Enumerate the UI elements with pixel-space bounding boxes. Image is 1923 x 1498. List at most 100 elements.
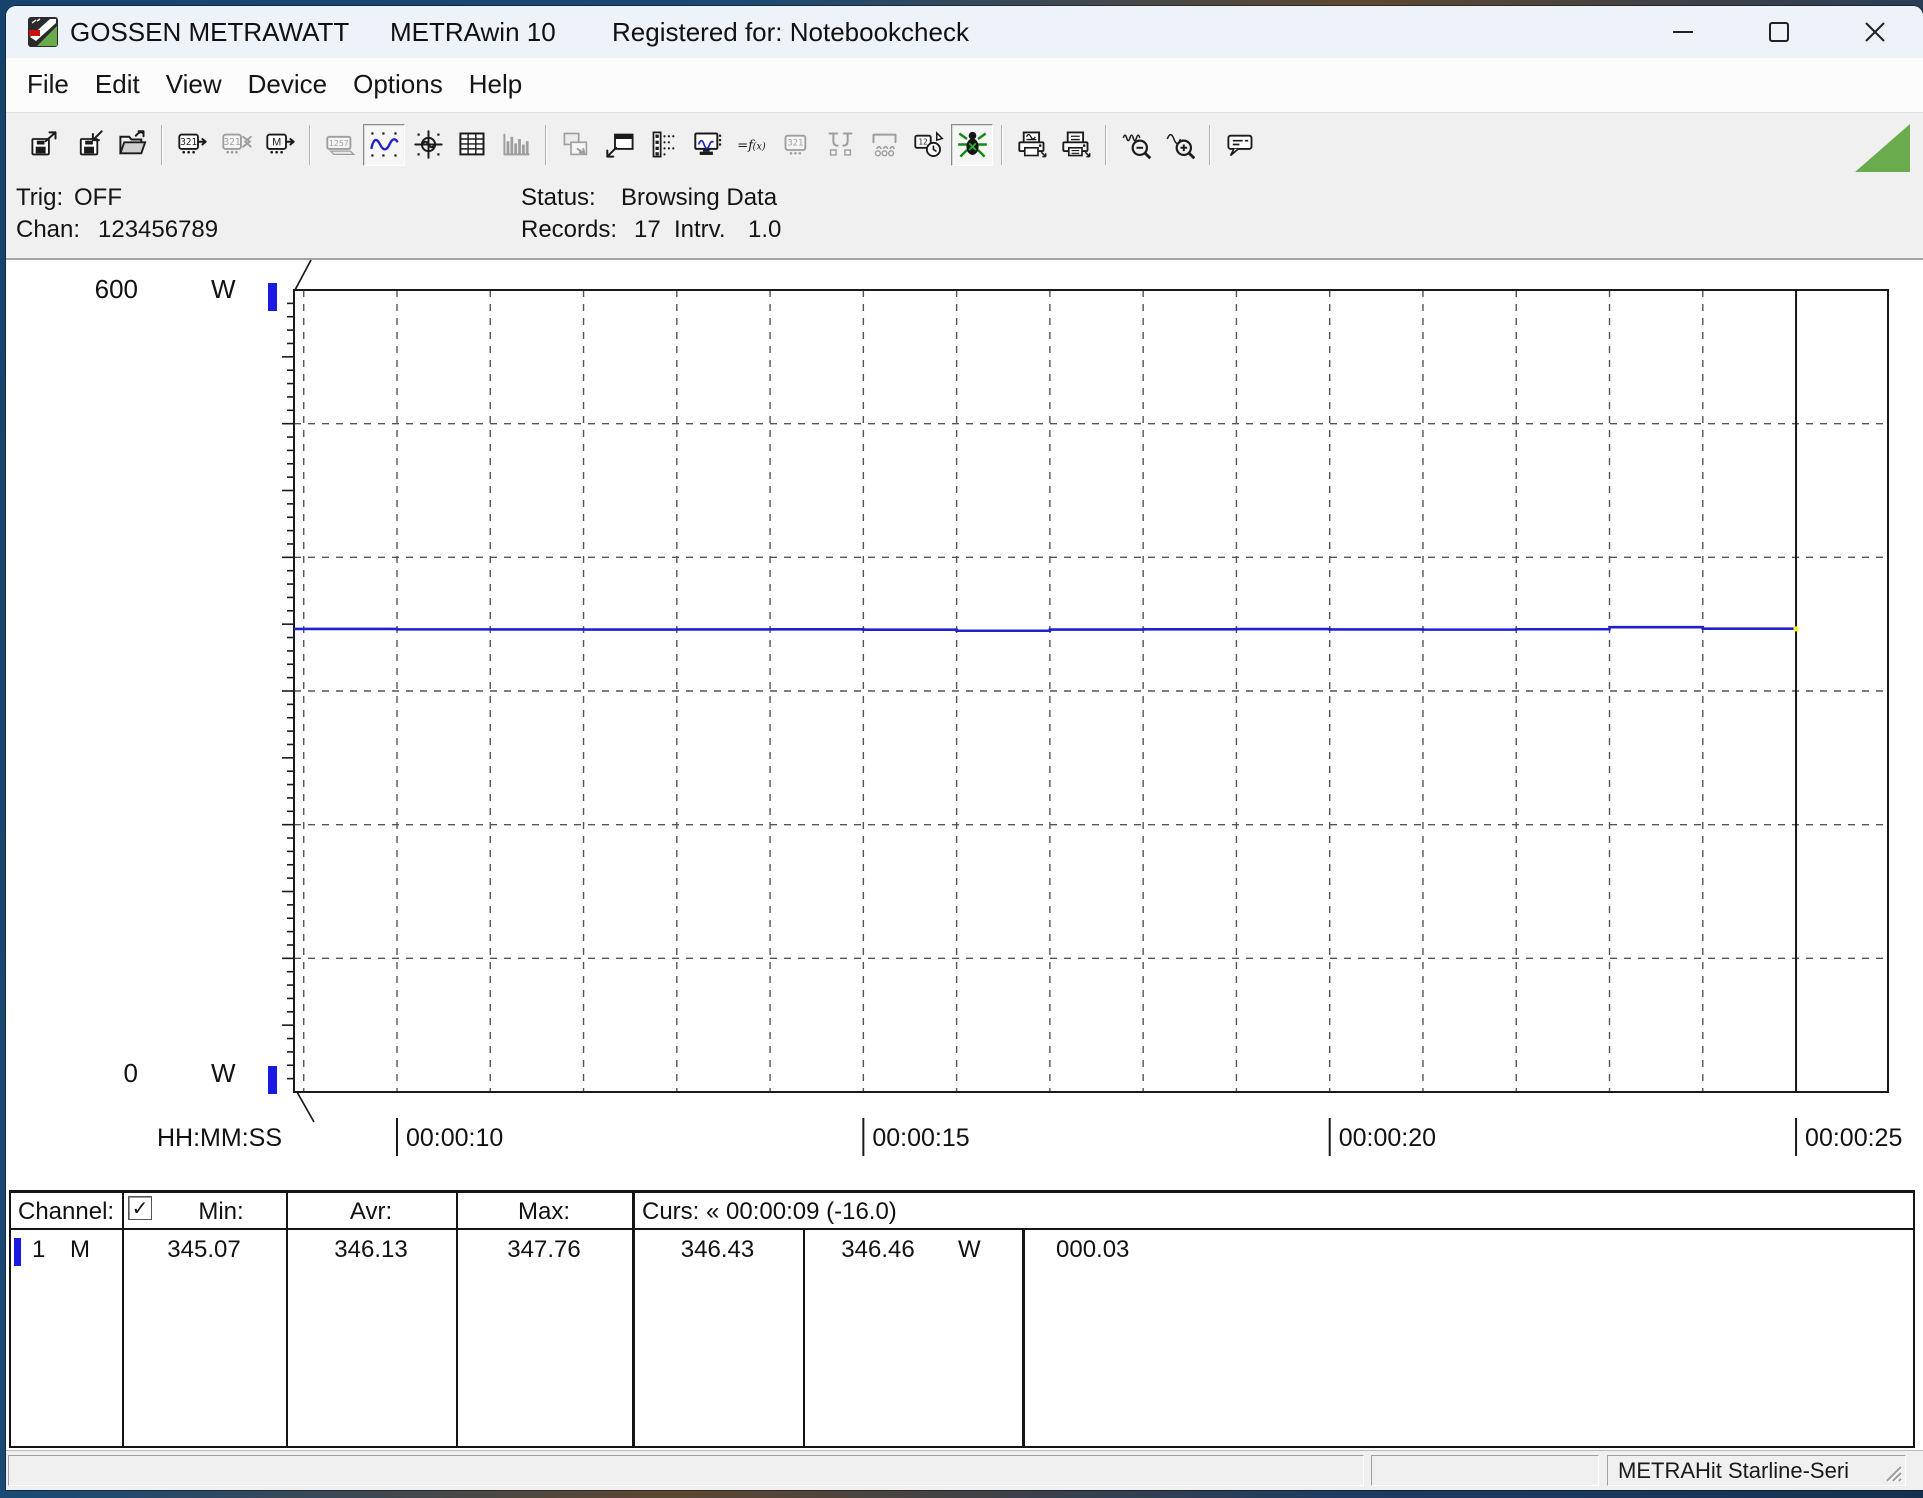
trig-label: Trig: [16,184,63,212]
cell-cursor-delta: 000.03 [1056,1236,1129,1264]
cell-cursor1-value: 346.43 [632,1236,803,1264]
header-cursor: Curs: « 00:00:09 (-16.0) [642,1198,897,1226]
hint-button[interactable] [1219,124,1261,166]
menu-item-file[interactable]: File [14,58,82,112]
zoom-in-button[interactable] [1159,124,1201,166]
read-device-button[interactable]: 321 [171,124,213,166]
zoom-out-button[interactable] [1115,124,1157,166]
menu-item-view[interactable]: View [153,58,235,112]
header-max: Max: [456,1198,632,1226]
device-memory-icon: M [264,128,297,161]
read-memory-button[interactable]: M [259,124,301,166]
formula-button[interactable]: =f(x) [731,124,773,166]
minimize-button[interactable] [1635,6,1731,58]
time-sync-button[interactable]: 12 [907,124,949,166]
status-pane-left [8,1455,1364,1486]
svg-text:1257: 1257 [328,138,348,148]
channel-list-button[interactable] [643,124,685,166]
cell-channel-number: 1 [32,1236,45,1264]
toolbar-separator [309,125,311,165]
save-file-button[interactable] [67,124,109,166]
title-brand: GOSSEN METRAWATT [70,6,349,58]
y-axis-unit-bottom: W [211,1058,236,1089]
table-col-divider [632,1190,635,1448]
status-pane-device: METRAHit Starline-Seri [1607,1455,1906,1486]
x-tick-label: 00:00:15 [872,1124,969,1153]
menu-item-options[interactable]: Options [340,58,456,112]
y-axis-max-label: 600 [78,274,138,305]
monitor-button[interactable] [687,124,729,166]
title-app-name: METRAwin 10 [390,6,556,58]
interval-value: 1.0 [748,216,781,244]
export-file-button[interactable] [23,124,65,166]
print-icon [1060,128,1093,161]
header-min: Min: [156,1198,286,1226]
svg-text:M: M [272,137,281,149]
caliper-open-icon [824,128,857,161]
disconnect-device-button: 321 [215,124,257,166]
cursor-a-button [819,124,861,166]
window-arrange-icon [560,128,593,161]
histogram-view-button [495,124,537,166]
channel-list-icon [648,128,681,161]
numeric-view-button: 1257 [319,124,361,166]
svg-text:12: 12 [918,138,927,147]
menu-item-help[interactable]: Help [456,58,535,112]
toolbar-separator [1001,125,1003,165]
histogram-view-icon [500,128,533,161]
device-read-icon: 321 [176,128,209,161]
cell-channel-mode: M [70,1236,90,1264]
menu-item-device[interactable]: Device [235,58,340,112]
cell-max: 347.76 [456,1236,632,1264]
header-avr: Avr: [286,1198,456,1226]
file-import-icon [72,128,105,161]
resize-grip[interactable] [1883,1463,1903,1483]
chart-view-icon [368,128,401,161]
app-logo-icon [28,17,58,47]
device-disconnect-icon: 321 [220,128,253,161]
table-view-button[interactable] [451,124,493,166]
title-registered: Registered for: Notebookcheck [612,6,969,58]
toolbar-separator [1209,125,1211,165]
toolbar-separator [1105,125,1107,165]
toolbar-separator [545,125,547,165]
zoom-out-icon [1120,128,1153,161]
open-file-icon [116,128,149,161]
resize-corner-triangle-icon [1855,124,1910,172]
y-axis-min-label: 0 [78,1058,138,1089]
x-axis-format-label: HH:MM:SS [157,1124,282,1153]
scope-view-button[interactable] [407,124,449,166]
window-export-icon [604,128,637,161]
device-name: METRAHit Starline-Seri [1618,1458,1849,1483]
records-label: Records: [521,216,617,244]
maximize-button[interactable] [1731,6,1827,58]
chart-view-button[interactable] [363,124,405,166]
cell-cursor2-value: 346.46 [803,1236,953,1264]
chan-label: Chan: [16,216,80,244]
channel-visible-checkbox[interactable]: ✓ [128,1196,152,1220]
trig-value: OFF [74,184,122,212]
device-config-button: 321 [775,124,817,166]
hint-icon [1224,128,1257,161]
x-tick-label: 00:00:10 [406,1124,503,1153]
zoom-in-icon [1164,128,1197,161]
close-button[interactable] [1827,6,1923,58]
table-header-divider [9,1228,1915,1230]
cell-min: 345.07 [122,1236,286,1264]
acquisition-status-panel: Trig: OFF Chan: 123456789 Status: Browsi… [6,176,1923,258]
cell-cursor2-unit: W [958,1236,981,1264]
debug-icon [956,128,989,161]
export-window-button[interactable] [599,124,641,166]
x-tick-label: 00:00:20 [1339,1124,1436,1153]
table-col-divider [122,1190,124,1448]
menu-item-edit[interactable]: Edit [82,58,153,112]
print-button[interactable] [1055,124,1097,166]
open-file-button[interactable] [111,124,153,166]
chan-value: 123456789 [98,216,218,244]
debug-button[interactable] [951,124,993,166]
chart-panel[interactable] [6,258,1923,1190]
x-tick-label: 00:00:25 [1805,1124,1902,1153]
print-preview-button[interactable] [1011,124,1053,166]
app-window: GOSSEN METRAWATT METRAwin 10 Registered … [6,6,1923,1490]
toolbar: 321321M1257=f(x)32112 [6,112,1923,176]
